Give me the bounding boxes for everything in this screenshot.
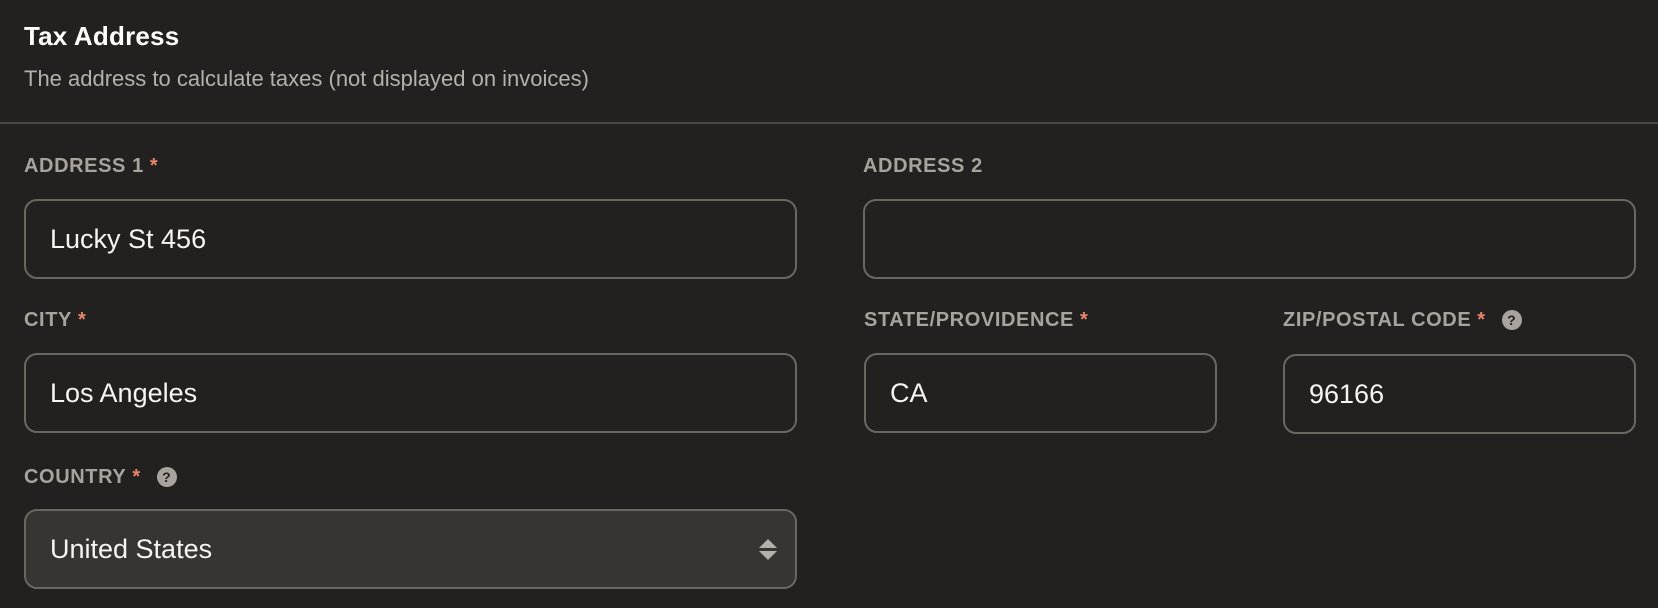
address1-label-text: ADDRESS 1 [24, 154, 144, 177]
zip-required-mark: * [1477, 308, 1486, 331]
section-title: Tax Address [24, 21, 180, 51]
address2-input-box[interactable] [863, 199, 1636, 279]
state-label: STATE/PROVIDENCE * [864, 306, 1088, 334]
up-down-arrows-icon [759, 538, 777, 560]
address2-label-text: ADDRESS 2 [863, 154, 983, 177]
address2-label: ADDRESS 2 [863, 152, 983, 180]
address1-required-mark: * [149, 154, 159, 177]
city-input-box[interactable] [24, 353, 797, 433]
country-label: COUNTRY * ? [24, 463, 177, 491]
state-input-box[interactable] [864, 353, 1217, 433]
state-field-group: STATE/PROVIDENCE * [864, 306, 1088, 334]
zip-input-box[interactable] [1283, 354, 1636, 434]
state-label-text: STATE/PROVIDENCE [864, 308, 1074, 331]
city-input[interactable] [50, 355, 795, 431]
country-selected-value: United States [50, 533, 213, 564]
zip-label: ZIP/POSTAL CODE * ? [1283, 306, 1522, 334]
zip-input[interactable] [1309, 356, 1634, 432]
zip-label-text: ZIP/POSTAL CODE [1283, 308, 1472, 331]
country-label-text: COUNTRY [24, 465, 127, 488]
arrow-up-icon [759, 538, 777, 548]
address2-input[interactable] [889, 201, 1634, 277]
address1-input-box[interactable] [24, 199, 797, 279]
country-select[interactable]: United States [24, 509, 797, 589]
country-required-mark: * [132, 465, 141, 488]
section-header: Tax Address The address to calculate tax… [0, 0, 1658, 124]
section-subtitle: The address to calculate taxes (not disp… [24, 66, 589, 91]
country-help-icon[interactable]: ? [156, 467, 177, 487]
state-input[interactable] [890, 355, 1215, 431]
zip-field-group: ZIP/POSTAL CODE * ? [1283, 306, 1522, 334]
arrow-down-icon [759, 550, 777, 560]
tax-address-page: Tax Address The address to calculate tax… [0, 0, 1658, 608]
country-field-group: COUNTRY * ? [24, 463, 177, 491]
city-field-group: CITY * [24, 306, 86, 334]
city-label-text: CITY [24, 308, 72, 331]
address1-input[interactable] [50, 201, 795, 277]
address1-field-group: ADDRESS 1 * [24, 152, 158, 180]
state-required-mark: * [1080, 308, 1089, 331]
address1-label: ADDRESS 1 * [24, 152, 158, 180]
city-label: CITY * [24, 306, 86, 334]
city-required-mark: * [77, 308, 87, 331]
zip-help-icon[interactable]: ? [1501, 310, 1522, 330]
address2-field-group: ADDRESS 2 [863, 152, 983, 180]
